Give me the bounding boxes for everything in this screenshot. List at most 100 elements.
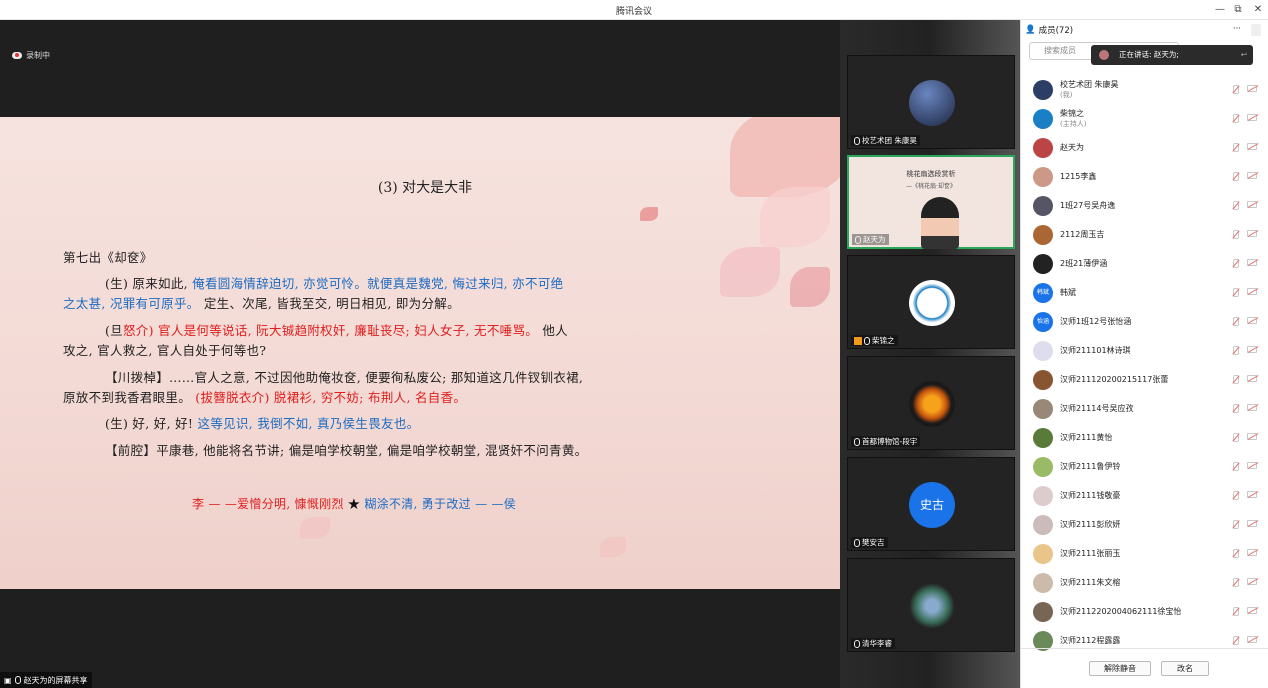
text-line: 【川拨棹】……官人之意, 不过因他助俺妆奁, 便要徇私废公; 那知道这几件钗钏衣…: [105, 370, 584, 385]
member-row[interactable]: 汉师211101林诗琪: [1021, 336, 1268, 365]
mic-muted-icon[interactable]: [1231, 404, 1239, 413]
member-name: 汉师211120200215117张蕾: [1060, 374, 1169, 384]
member-row[interactable]: 1班27号吴舟逸: [1021, 191, 1268, 220]
maximize-button[interactable]: ⧉: [1230, 2, 1246, 18]
member-row[interactable]: 韩斌 韩斌: [1021, 278, 1268, 307]
member-name-block: 韩斌: [1060, 288, 1076, 298]
mic-muted-icon[interactable]: [1231, 288, 1239, 297]
mic-muted-icon[interactable]: [1231, 201, 1239, 210]
avatar: [1099, 50, 1109, 60]
camera-off-icon[interactable]: [1247, 578, 1257, 585]
member-row[interactable]: 怡涵 汉师1班12号张怡涵: [1021, 307, 1268, 336]
camera-off-icon[interactable]: [1247, 143, 1257, 150]
avatar: [909, 280, 955, 326]
user-icon: 👤: [1025, 25, 1036, 35]
camera-off-icon[interactable]: [1247, 375, 1257, 382]
member-row[interactable]: 汉师2111彭欣妍: [1021, 510, 1268, 539]
mic-muted-icon[interactable]: [1231, 578, 1239, 587]
camera-off-icon[interactable]: [1247, 172, 1257, 179]
camera-off-icon[interactable]: [1247, 520, 1257, 527]
member-row[interactable]: 柴锦之 (主持人): [1021, 104, 1268, 133]
camera-off-icon[interactable]: [1247, 462, 1257, 469]
now-speaking-text: 正在讲话: 赵天为;: [1119, 50, 1179, 59]
camera-off-icon[interactable]: [1247, 433, 1257, 440]
avatar: [1033, 543, 1053, 564]
camera-off-icon[interactable]: [1247, 607, 1257, 614]
video-tile-speaking[interactable]: 桃花扇选段赏析 —《桃花扇·却奁》 赵天为: [847, 155, 1015, 249]
unmute-all-button[interactable]: 解除静音: [1089, 661, 1151, 676]
member-row[interactable]: 汉师2111张丽玉: [1021, 539, 1268, 568]
video-tile[interactable]: 校艺术团 朱康昊: [847, 55, 1015, 149]
video-tile[interactable]: 史古 樊安吉: [847, 457, 1015, 551]
mic-muted-icon[interactable]: [1231, 491, 1239, 500]
camera-off-icon[interactable]: [1247, 636, 1257, 643]
camera-off-icon[interactable]: [1247, 317, 1257, 324]
text-segment: (生) 原来如此,: [105, 276, 188, 291]
blossom-decoration: [720, 247, 780, 297]
video-tile[interactable]: 清华李睿: [847, 558, 1015, 652]
recording-label: 录制中: [26, 51, 50, 60]
title-bar: 腾讯会议 — ⧉ ✕: [0, 0, 1268, 20]
member-row[interactable]: 汉师2111朱文榕: [1021, 568, 1268, 597]
member-status-icons: [1231, 636, 1257, 645]
text-segment-red: 怒介) 官人是何等说话, 阮大铖趋附权奸, 廉耻丧尽; 妇人女子, 无不唾骂。: [122, 323, 539, 338]
rename-button[interactable]: 改名: [1161, 661, 1209, 676]
member-name: 汉师2111彭欣妍: [1060, 519, 1121, 529]
video-tile[interactable]: 柴锦之: [847, 255, 1015, 349]
camera-off-icon[interactable]: [1247, 288, 1257, 295]
camera-off-icon[interactable]: [1247, 346, 1257, 353]
mic-icon: [854, 437, 860, 446]
mic-muted-icon[interactable]: [1231, 433, 1239, 442]
mic-muted-icon[interactable]: [1231, 172, 1239, 181]
avatar: [909, 583, 955, 629]
avatar: [1033, 253, 1053, 274]
mic-muted-icon[interactable]: [1231, 259, 1239, 268]
mic-muted-icon[interactable]: [1231, 230, 1239, 239]
camera-off-icon[interactable]: [1247, 491, 1257, 498]
camera-off-icon[interactable]: [1247, 549, 1257, 556]
mic-muted-icon[interactable]: [1231, 143, 1239, 152]
member-row[interactable]: 2班21薄伊涵: [1021, 249, 1268, 278]
panel-toggle-button[interactable]: [1251, 24, 1261, 36]
mic-muted-icon[interactable]: [1231, 607, 1239, 616]
member-row[interactable]: 汉师21114号吴应孜: [1021, 394, 1268, 423]
tile-name: 赵天为: [863, 235, 886, 244]
presenter-name: 赵天为的屏幕共享: [23, 675, 88, 685]
member-row[interactable]: 汉师2111鲁伊铃: [1021, 452, 1268, 481]
member-row[interactable]: 1215李鑫: [1021, 162, 1268, 191]
video-tile[interactable]: 首都博物馆-段宇: [847, 356, 1015, 450]
camera-off-icon[interactable]: [1247, 404, 1257, 411]
recording-indicator[interactable]: 录制中: [12, 50, 50, 61]
mic-muted-icon[interactable]: [1231, 85, 1239, 94]
mic-muted-icon[interactable]: [1231, 317, 1239, 326]
camera-off-icon[interactable]: [1247, 201, 1257, 208]
member-row[interactable]: 2112周玉吉: [1021, 220, 1268, 249]
member-row[interactable]: 汉师211120200215117张蕾: [1021, 365, 1268, 394]
camera-off-icon[interactable]: [1247, 230, 1257, 237]
video-tile-strip[interactable]: 校艺术团 朱康昊 桃花扇选段赏析 —《桃花扇·却奁》 赵天为 柴锦之 首都博物馆…: [840, 20, 1020, 688]
camera-off-icon[interactable]: [1247, 85, 1257, 92]
mic-muted-icon[interactable]: [1231, 375, 1239, 384]
member-name-block: 赵天为: [1060, 143, 1084, 153]
minimize-button[interactable]: —: [1212, 2, 1228, 18]
member-row[interactable]: 赵天为: [1021, 133, 1268, 162]
member-row[interactable]: 汉师2111黄怡: [1021, 423, 1268, 452]
member-name-block: 1班27号吴舟逸: [1060, 201, 1115, 211]
more-options-button[interactable]: ···: [1233, 24, 1241, 34]
mic-muted-icon[interactable]: [1231, 636, 1239, 645]
camera-off-icon[interactable]: [1247, 259, 1257, 266]
expand-icon[interactable]: ↩: [1241, 45, 1247, 65]
member-row[interactable]: 汉师2112202004062111徐宝怡: [1021, 597, 1268, 626]
member-row[interactable]: 汉师2111钱敬豪: [1021, 481, 1268, 510]
mic-muted-icon[interactable]: [1231, 462, 1239, 471]
member-name: 校艺术团 朱康昊: [1060, 79, 1119, 89]
mic-muted-icon[interactable]: [1231, 549, 1239, 558]
member-row[interactable]: 校艺术团 朱康昊 (我): [1021, 75, 1268, 104]
camera-off-icon[interactable]: [1247, 114, 1257, 121]
mic-muted-icon[interactable]: [1231, 114, 1239, 123]
close-button[interactable]: ✕: [1250, 2, 1266, 18]
member-status-icons: [1231, 288, 1257, 297]
mic-muted-icon[interactable]: [1231, 346, 1239, 355]
member-list[interactable]: 校艺术团 朱康昊 (我) 柴锦之 (主持人) 赵天为 1215李鑫 1班27号吴舟逸 2112…: [1021, 75, 1268, 655]
mic-muted-icon[interactable]: [1231, 520, 1239, 529]
